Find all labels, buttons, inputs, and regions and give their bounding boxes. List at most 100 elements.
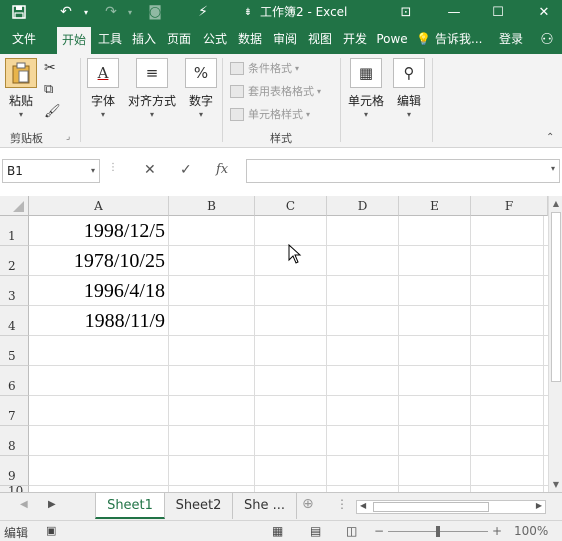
- enter-icon[interactable]: ✓: [180, 162, 192, 178]
- row-header[interactable]: 6: [0, 366, 29, 396]
- row-header[interactable]: 9: [0, 456, 29, 486]
- ribbon-display-icon[interactable]: ⊡: [392, 0, 420, 24]
- tab-review[interactable]: 审阅: [269, 24, 301, 54]
- copy-icon[interactable]: ⧉: [44, 82, 53, 97]
- save-icon[interactable]: [6, 1, 32, 23]
- cancel-icon[interactable]: ✕: [144, 162, 156, 178]
- table-format-button[interactable]: 套用表格格式 ▾: [230, 83, 321, 99]
- row-header[interactable]: 8: [0, 426, 29, 456]
- row-header[interactable]: 4: [0, 306, 29, 336]
- cells-button[interactable]: ▦ 单元格 ▾: [346, 58, 386, 119]
- tab-formulas[interactable]: 公式: [199, 24, 231, 54]
- row-header[interactable]: 2: [0, 246, 29, 276]
- zoom-in-icon[interactable]: +: [492, 524, 502, 538]
- page-layout-view-icon[interactable]: ▤: [310, 524, 321, 538]
- clipboard-group-label: 剪贴板: [10, 132, 43, 145]
- insert-function-icon[interactable]: fx: [216, 162, 228, 177]
- scroll-thumb[interactable]: [551, 212, 561, 382]
- page-break-view-icon[interactable]: ◫: [346, 524, 357, 538]
- redo-icon[interactable]: ↷: [98, 1, 124, 23]
- scroll-thumb[interactable]: [373, 502, 489, 512]
- tab-developer[interactable]: 开发: [339, 24, 371, 54]
- scroll-right-icon[interactable]: ▶: [536, 501, 542, 510]
- minimize-icon[interactable]: —: [440, 0, 468, 24]
- zoom-out-icon[interactable]: −: [374, 524, 384, 538]
- alignment-label: 对齐方式: [127, 94, 176, 108]
- scroll-down-icon[interactable]: ▼: [549, 480, 562, 489]
- sheet-tab-sheet1[interactable]: Sheet1: [95, 493, 165, 519]
- login-link[interactable]: 登录: [494, 24, 528, 54]
- undo-icon[interactable]: ↶: [52, 1, 80, 23]
- column-header-e[interactable]: E: [399, 196, 471, 216]
- number-button[interactable]: % 数字 ▾: [184, 58, 218, 119]
- vertical-scrollbar[interactable]: ▲ ▼: [548, 196, 562, 492]
- tab-page-layout[interactable]: 页面: [163, 24, 195, 54]
- group-separator: [340, 58, 341, 142]
- tab-tools[interactable]: 工具: [93, 24, 127, 54]
- maximize-icon[interactable]: ☐: [484, 0, 512, 24]
- redo-dropdown-icon[interactable]: ▾: [124, 1, 136, 23]
- undo-dropdown-icon[interactable]: ▾: [80, 1, 92, 23]
- row-header[interactable]: 1: [0, 216, 29, 246]
- scroll-left-icon[interactable]: ◀: [360, 501, 366, 510]
- conditional-format-button[interactable]: 条件格式 ▾: [230, 60, 299, 76]
- customize-toolbar-icon[interactable]: ⇟: [238, 1, 258, 23]
- camera-icon[interactable]: ◙: [142, 1, 168, 23]
- tab-file[interactable]: 文件: [0, 24, 48, 54]
- tab-insert[interactable]: 插入: [129, 24, 159, 54]
- cell-a2[interactable]: 1978/10/25: [30, 246, 165, 276]
- grid-line: [29, 455, 548, 456]
- horizontal-scrollbar[interactable]: ◀ ▶: [356, 500, 546, 514]
- close-icon[interactable]: ✕: [530, 0, 558, 24]
- next-sheet-icon[interactable]: ▶: [48, 499, 56, 510]
- chevron-down-icon: ▾: [100, 110, 105, 119]
- drag-handle-icon[interactable]: ⋮: [108, 162, 118, 173]
- tab-power[interactable]: Powe: [375, 24, 409, 54]
- chevron-down-icon[interactable]: ▾: [551, 164, 555, 173]
- prev-sheet-icon[interactable]: ◀: [20, 499, 28, 510]
- add-sheet-icon[interactable]: ⊕: [302, 496, 314, 512]
- macro-record-icon[interactable]: ▣: [46, 524, 56, 537]
- select-all-corner[interactable]: [0, 196, 29, 216]
- name-box[interactable]: B1 ▾: [2, 159, 100, 183]
- row-header[interactable]: 7: [0, 396, 29, 426]
- column-header-d[interactable]: D: [327, 196, 399, 216]
- grid-line: [326, 216, 327, 492]
- grid-line: [29, 365, 548, 366]
- column-header-a[interactable]: A: [29, 196, 169, 216]
- column-header-c[interactable]: C: [255, 196, 327, 216]
- format-painter-icon[interactable]: ⚡: [190, 1, 216, 23]
- zoom-level[interactable]: 100%: [514, 524, 548, 538]
- tell-me-box[interactable]: 告诉我...: [435, 24, 491, 54]
- scroll-up-icon[interactable]: ▲: [549, 199, 562, 208]
- collapse-ribbon-icon[interactable]: ⌃: [546, 132, 554, 143]
- zoom-slider-thumb[interactable]: [436, 526, 440, 537]
- dialog-launcher-icon[interactable]: ⌟: [66, 132, 70, 142]
- split-handle-icon[interactable]: ⋮: [336, 497, 348, 511]
- normal-view-icon[interactable]: ▦: [272, 524, 283, 538]
- format-painter-brush-icon[interactable]: 🖌: [44, 104, 61, 119]
- row-header[interactable]: 3: [0, 276, 29, 306]
- edit-button[interactable]: ⚲ 编辑 ▾: [392, 58, 426, 119]
- column-header-f[interactable]: F: [471, 196, 548, 216]
- font-button[interactable]: A 字体 ▾: [86, 58, 120, 119]
- lightbulb-icon[interactable]: 💡: [416, 24, 430, 54]
- chevron-down-icon[interactable]: ▾: [91, 160, 95, 182]
- cell-a3[interactable]: 1996/4/18: [30, 276, 165, 306]
- tab-home[interactable]: 开始: [57, 27, 91, 54]
- row-header[interactable]: 5: [0, 336, 29, 366]
- cell-style-button[interactable]: 单元格样式 ▾: [230, 106, 310, 122]
- cut-icon[interactable]: ✂: [44, 60, 56, 76]
- column-header-b[interactable]: B: [169, 196, 255, 216]
- formula-input[interactable]: ▾: [246, 159, 560, 183]
- sheet-tab-sheet3[interactable]: She ...: [233, 493, 297, 519]
- tab-view[interactable]: 视图: [304, 24, 336, 54]
- cell-a4[interactable]: 1988/11/9: [30, 306, 165, 336]
- share-icon[interactable]: ⚇: [532, 24, 562, 54]
- worksheet-grid[interactable]: A B C D E F 1 2 3 4 5 6 7 8 9 10 1998/12…: [0, 196, 548, 492]
- paste-button[interactable]: 粘贴 ▾: [4, 58, 38, 119]
- cell-a1[interactable]: 1998/12/5: [30, 216, 165, 246]
- tab-data[interactable]: 数据: [234, 24, 266, 54]
- sheet-tab-sheet2[interactable]: Sheet2: [165, 493, 233, 519]
- alignment-button[interactable]: ≡ 对齐方式 ▾: [126, 58, 178, 119]
